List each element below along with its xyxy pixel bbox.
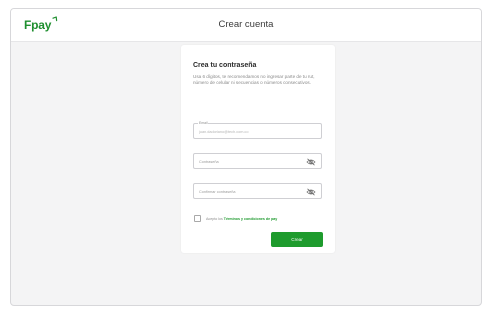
create-button[interactable]: Crear <box>271 232 323 247</box>
signup-card: Crea tu contraseña Usa 6 dígitos, te rec… <box>181 45 335 253</box>
confirm-password-field[interactable] <box>193 183 322 199</box>
eye-off-icon[interactable] <box>306 157 316 166</box>
top-bar: Fpay Crear cuenta <box>11 9 481 42</box>
email-label: Email <box>198 121 209 125</box>
form-description: Usa 6 dígitos, te recomendamos no ingres… <box>193 74 315 85</box>
app-frame: Fpay Crear cuenta Crea tu contraseña Usa… <box>10 8 482 306</box>
terms-prefix: Acepto los <box>206 216 223 221</box>
eye-off-icon[interactable] <box>306 187 316 196</box>
terms-checkbox[interactable] <box>194 215 201 222</box>
terms-link[interactable]: Términos y condiciones de pay <box>224 217 278 221</box>
email-input[interactable] <box>199 127 304 136</box>
password-field[interactable] <box>193 153 322 169</box>
email-field[interactable]: Email <box>193 121 322 139</box>
confirm-password-input[interactable] <box>199 187 304 196</box>
password-input[interactable] <box>199 157 304 166</box>
form-title: Crea tu contraseña <box>193 62 257 69</box>
page-title: Crear cuenta <box>218 19 274 30</box>
terms-row: Acepto los Términos y condiciones de pay <box>194 215 277 222</box>
terms-text: Acepto los Términos y condiciones de pay <box>206 217 277 221</box>
